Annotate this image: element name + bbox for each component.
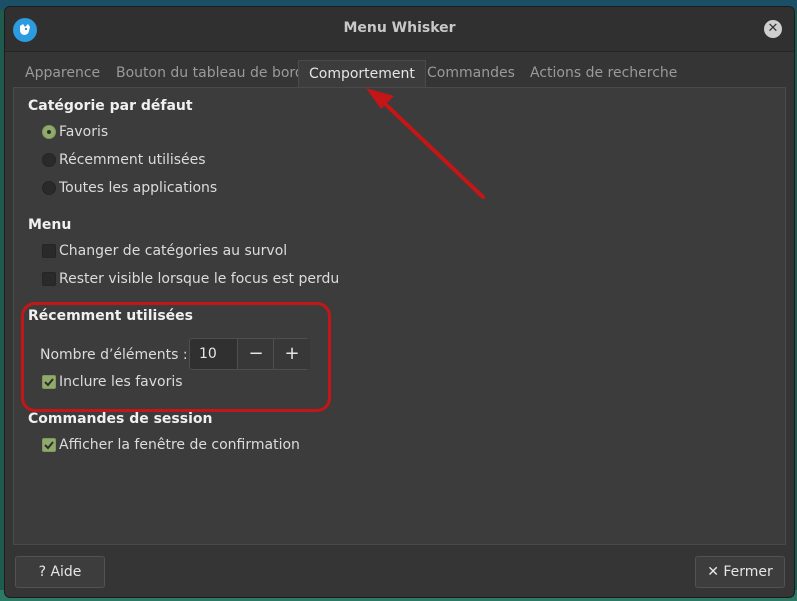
tab-actions-de-recherche[interactable]: Actions de recherche bbox=[530, 61, 677, 87]
radio-label: Toutes les applications bbox=[59, 180, 218, 196]
radio-label: Récemment utilisées bbox=[59, 152, 206, 168]
checkbox-changer-categories-survol[interactable]: Changer de catégories au survol bbox=[42, 241, 287, 261]
checkbox-label: Rester visible lorsque le focus est perd… bbox=[59, 271, 340, 287]
checkbox-indicator bbox=[42, 272, 56, 286]
radio-indicator bbox=[42, 181, 56, 195]
close-button[interactable]: ✕ Fermer bbox=[695, 556, 785, 588]
radio-label: Favoris bbox=[59, 124, 109, 140]
checkbox-label: Changer de catégories au survol bbox=[59, 243, 288, 259]
tab-commandes[interactable]: Commandes bbox=[427, 61, 515, 87]
window-close-button[interactable]: ✕ bbox=[764, 20, 782, 38]
checkmark-icon bbox=[44, 441, 54, 450]
checkbox-indicator bbox=[42, 244, 56, 258]
help-button[interactable]: ? Aide bbox=[15, 556, 105, 588]
checkbox-indicator bbox=[42, 438, 56, 452]
annotation-highlight-box bbox=[21, 302, 331, 412]
radio-toutes-applications[interactable]: Toutes les applications bbox=[42, 178, 217, 198]
checkbox-label: Afficher la fenêtre de confirmation bbox=[59, 437, 300, 453]
window-title: Menu Whisker bbox=[343, 20, 456, 36]
checkbox-rester-visible[interactable]: Rester visible lorsque le focus est perd… bbox=[42, 269, 339, 289]
tab-bouton-tableau-de-bord[interactable]: Bouton du tableau de bord bbox=[116, 61, 304, 87]
radio-indicator bbox=[42, 153, 56, 167]
radio-favoris[interactable]: Favoris bbox=[42, 122, 108, 142]
radio-recemment-utilisees[interactable]: Récemment utilisées bbox=[42, 150, 206, 170]
titlebar: Menu Whisker ✕ bbox=[5, 7, 794, 52]
section-title-categorie: Catégorie par défaut bbox=[28, 98, 193, 114]
whisker-menu-dialog: Menu Whisker ✕ Apparence Bouton du table… bbox=[4, 6, 795, 598]
comportement-panel: Catégorie par défaut Favoris Récemment u… bbox=[13, 87, 786, 545]
tab-bar: Apparence Bouton du tableau de bord Comp… bbox=[13, 60, 788, 89]
checkbox-afficher-confirmation[interactable]: Afficher la fenêtre de confirmation bbox=[42, 435, 300, 455]
tab-comportement[interactable]: Comportement bbox=[298, 60, 426, 89]
radio-indicator bbox=[42, 125, 56, 139]
section-title-menu: Menu bbox=[28, 217, 72, 233]
tab-apparence[interactable]: Apparence bbox=[25, 61, 100, 87]
section-title-session: Commandes de session bbox=[28, 411, 213, 427]
